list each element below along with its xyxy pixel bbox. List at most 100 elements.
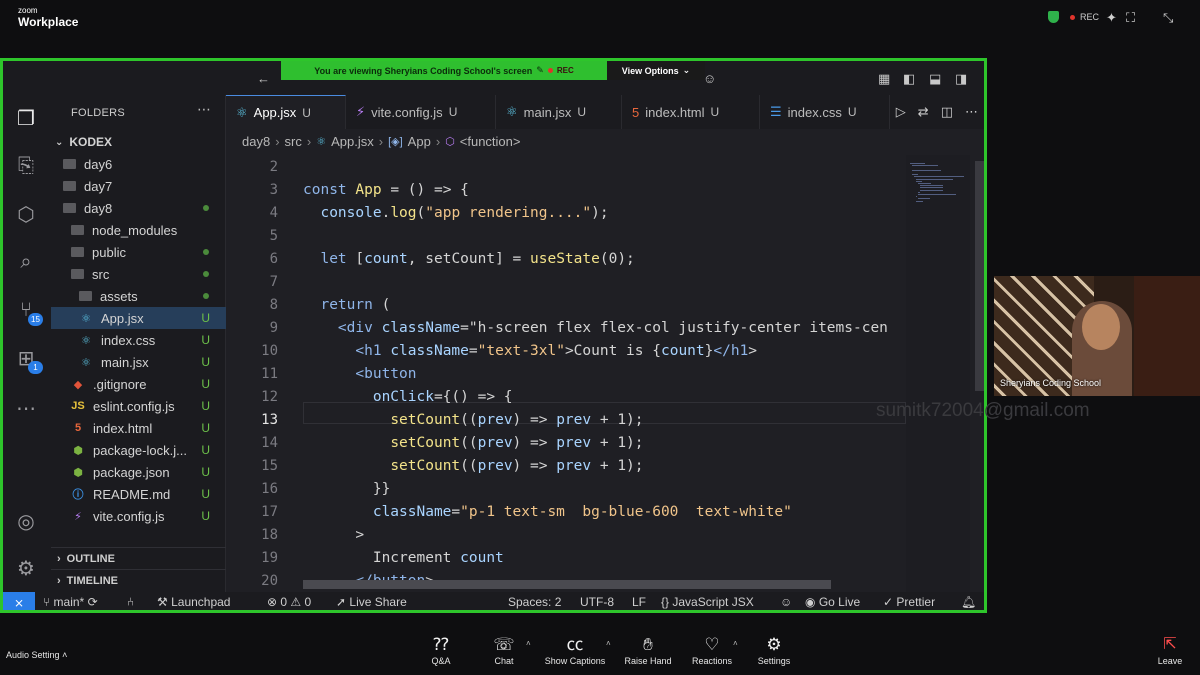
tab-label: index.css [787, 104, 842, 120]
warning-count: 0 [304, 595, 312, 609]
vertical-scrollbar[interactable] [975, 161, 984, 391]
prettier-status[interactable]: ✓ Prettier [883, 595, 935, 609]
sidebar-more-icon[interactable]: ⋯ [197, 101, 211, 118]
code-line[interactable]: console.log("app rendering...."); [303, 205, 608, 221]
launchpad-status[interactable]: ⚒ Launchpad [157, 595, 230, 609]
customize-layout-icon[interactable]: ▦ [878, 71, 890, 87]
tab-vite-config-js[interactable]: ⚡ vite.config.js U [346, 95, 496, 129]
search-icon[interactable]: ⌕ [13, 249, 39, 275]
code-line[interactable]: className="p-1 text-sm bg-blue-600 text-… [303, 504, 792, 520]
code-line[interactable]: return ( [303, 297, 390, 313]
code-line[interactable]: setCount((prev) => prev + 1); [303, 458, 643, 474]
toggle-panel-icon[interactable]: ⬓ [929, 71, 941, 87]
tab-main-jsx[interactable]: ⚛ main.jsx U [496, 95, 622, 129]
back-arrow-icon[interactable]: ← [257, 71, 270, 86]
code-line[interactable]: <button [303, 366, 416, 382]
show-captions-button[interactable]: ㏄ Show Captions [535, 634, 615, 666]
braces-icon: {} [661, 595, 673, 609]
audio-setting-button[interactable]: Audio Setting ˄ [6, 650, 67, 660]
minimap[interactable] [906, 155, 970, 592]
code-line[interactable]: let [count, setCount] = useState(0); [303, 251, 634, 267]
copilot-status-icon[interactable]: ☺ [780, 595, 792, 609]
explorer-icon[interactable]: ❐ [13, 105, 39, 131]
file-tree-item[interactable]: ⓘ README.md U [51, 483, 226, 505]
file-tree-item[interactable]: public [51, 241, 226, 263]
view-options-button[interactable]: View Options ⌄ [607, 61, 705, 80]
code-line[interactable]: Increment count [303, 550, 504, 566]
root-folder[interactable]: ⌄ KODEX [51, 131, 226, 153]
tab-index-html[interactable]: 5 index.html U [622, 95, 760, 129]
git-graph-icon[interactable]: ⑃ [127, 595, 134, 609]
breadcrumb-item[interactable]: src [285, 134, 302, 149]
breadcrumb-item[interactable]: App [408, 134, 431, 149]
code-line[interactable]: setCount((prev) => prev + 1); [303, 412, 643, 428]
indentation-status[interactable]: Spaces: 2 [508, 595, 561, 609]
chevron-up-icon[interactable]: ˄ [526, 639, 531, 648]
file-tree-item[interactable]: ⬢ package-lock.j... U [51, 439, 226, 461]
toggle-secondary-sidebar-icon[interactable]: ◨ [955, 71, 967, 87]
chat-button[interactable]: ☏ Chat [464, 634, 544, 666]
cube-icon[interactable]: ⬡ [13, 201, 39, 227]
file-tree-item[interactable]: ⚛ App.jsx U [51, 307, 226, 329]
outline-section[interactable]: › OUTLINE [51, 547, 226, 569]
webcam-video[interactable]: Sheryians Coding School [994, 276, 1200, 396]
source-control-icon[interactable]: ⑂ 15 [13, 297, 43, 326]
file-tree-item[interactable]: day8 [51, 197, 226, 219]
file-tree-item[interactable]: JS eslint.config.js U [51, 395, 226, 417]
breadcrumb-item[interactable]: day8 [242, 134, 270, 149]
branch-status[interactable]: ⑂ main* ⟳ [43, 595, 98, 609]
code-line[interactable]: > [303, 527, 364, 543]
breadcrumb: day8 › src › ⚛ App.jsx › [◈] App › ⬡ <function> [242, 134, 520, 149]
run-icon[interactable]: ▷ [896, 104, 906, 120]
live-share-status[interactable]: ➚ Live Share [336, 595, 407, 609]
breadcrumb-item[interactable]: <function> [460, 134, 521, 149]
line-number: 12 [261, 389, 278, 405]
file-tree-item[interactable]: 5 index.html U [51, 417, 226, 439]
code-line[interactable]: onClick={() => { [303, 389, 513, 405]
sparkle-icon[interactable]: ✦ [1106, 10, 1117, 26]
line-number: 16 [261, 481, 278, 497]
toggle-sidebar-icon[interactable]: ◧ [903, 71, 915, 87]
timeline-section[interactable]: › TIMELINE [51, 569, 226, 591]
leave-button[interactable]: ⇱ Leave [1150, 634, 1190, 666]
code-line[interactable]: const App = () => { [303, 182, 469, 198]
expand-icon[interactable]: ⛶ [1126, 10, 1135, 26]
minimize-window-icon[interactable]: ⤡ [1163, 10, 1173, 26]
file-tree-item[interactable]: ⚛ index.css U [51, 329, 226, 351]
file-tree-item[interactable]: ⬢ package.json U [51, 461, 226, 483]
code-line[interactable]: <div className="h-screen flex flex-col j… [303, 320, 888, 336]
more-icon[interactable]: ⋯ [13, 395, 39, 421]
file-tree-item[interactable]: day6 [51, 153, 226, 175]
breadcrumb-item[interactable]: App.jsx [331, 134, 374, 149]
file-tree-item[interactable]: ◆ .gitignore U [51, 373, 226, 395]
file-tree-item[interactable]: ⚡ vite.config.js U [51, 505, 226, 527]
tab-index-css[interactable]: ☰ index.css U [760, 95, 890, 129]
remote-icon[interactable]: ⨯ [3, 592, 35, 610]
file-tree-item[interactable]: day7 [51, 175, 226, 197]
problems-status[interactable]: ⊗ 0 ⚠ 0 [267, 595, 311, 609]
tab-app-jsx[interactable]: ⚛ App.jsx U [226, 95, 346, 129]
horizontal-scrollbar[interactable] [303, 580, 831, 589]
go-live-status[interactable]: ◉ Go Live [805, 595, 860, 609]
split-editor-icon[interactable]: ◫ [941, 104, 953, 120]
gear-icon[interactable]: ⚙ [13, 555, 39, 581]
more-actions-icon[interactable]: ⋯ [965, 104, 978, 120]
settings-button[interactable]: ⚙ Settings [734, 634, 814, 666]
javascript-icon[interactable]: ⎘ [13, 153, 39, 179]
compare-icon[interactable]: ⇄ [918, 104, 929, 120]
code-editor[interactable]: 2 3 const App = () => {4 console.log("app … [226, 155, 906, 592]
eol-status[interactable]: LF [632, 595, 646, 609]
bell-icon[interactable]: 🔔︎ [961, 595, 976, 609]
language-status[interactable]: {} JavaScript JSX [661, 595, 754, 609]
code-line[interactable]: <h1 className="text-3xl">Count is {count… [303, 343, 757, 359]
extensions-icon[interactable]: ⊞ 1 [13, 345, 43, 374]
encoding-status[interactable]: UTF-8 [580, 595, 614, 609]
code-line[interactable]: setCount((prev) => prev + 1); [303, 435, 643, 451]
file-tree-item[interactable]: ⚛ main.jsx U [51, 351, 226, 373]
file-tree-item[interactable]: node_modules [51, 219, 226, 241]
account-icon[interactable]: ◎ [13, 508, 39, 534]
explorer-sidebar: FOLDERS ⋯ ⌄ KODEX day6 day7 day8 node_modul… [51, 95, 226, 592]
file-tree-item[interactable]: assets [51, 285, 226, 307]
code-line[interactable]: }} [303, 481, 390, 497]
file-tree-item[interactable]: src [51, 263, 226, 285]
